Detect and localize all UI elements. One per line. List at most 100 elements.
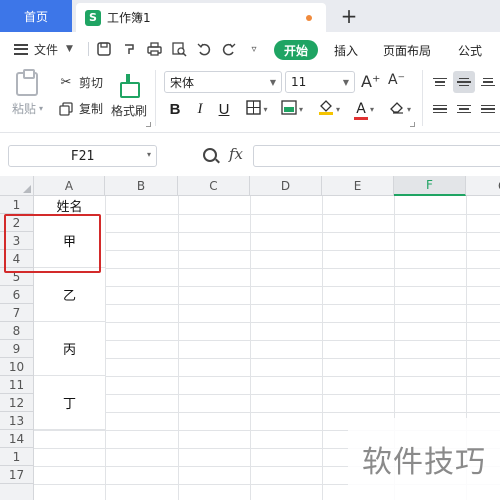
- row-header[interactable]: 11: [0, 376, 34, 394]
- cell-style-icon: [281, 99, 297, 119]
- align-bottom-button[interactable]: [477, 71, 499, 93]
- scissors-icon: ✂: [60, 75, 72, 90]
- copy-icon: [58, 101, 74, 117]
- chevron-down-icon: ▾: [369, 104, 374, 114]
- fx-icon[interactable]: fx: [229, 145, 243, 163]
- column-header-b[interactable]: B: [105, 176, 178, 196]
- row-header[interactable]: 8: [0, 322, 34, 340]
- column-header-c[interactable]: C: [178, 176, 250, 196]
- chevron-down-icon: ▼: [342, 77, 349, 87]
- print-preview-icon[interactable]: [170, 40, 188, 58]
- unsaved-dot-icon: [306, 15, 312, 21]
- paste-icon: [16, 69, 38, 96]
- tab-formulas[interactable]: 公式: [458, 40, 482, 60]
- column-gridline: [250, 196, 251, 500]
- italic-button[interactable]: I: [191, 99, 209, 119]
- row-header[interactable]: 1: [0, 448, 34, 466]
- divider: [422, 70, 423, 126]
- selection-highlight: [4, 214, 101, 273]
- tab-page-layout[interactable]: 页面布局: [383, 40, 431, 60]
- watermark: 软件技巧: [348, 418, 500, 500]
- chevron-down-icon: ▾: [298, 104, 303, 114]
- merged-cell-a5-a7[interactable]: 乙: [34, 268, 105, 322]
- name-box[interactable]: F21 ▾: [8, 145, 157, 167]
- clear-button[interactable]: ▾: [386, 99, 414, 119]
- chevron-down-icon: ▾: [146, 150, 151, 159]
- spreadsheet-icon: S: [85, 9, 101, 26]
- underline-button[interactable]: U: [215, 99, 233, 119]
- tab-insert[interactable]: 插入: [334, 40, 358, 60]
- column-gridline: [178, 196, 179, 500]
- chevron-down-icon: ▼: [269, 77, 276, 87]
- row-header[interactable]: 13: [0, 412, 34, 430]
- column-header-d[interactable]: D: [250, 176, 322, 196]
- zoom-icon[interactable]: [203, 148, 217, 162]
- group-expand-icon[interactable]: [410, 122, 415, 127]
- bold-button[interactable]: B: [166, 99, 184, 119]
- chevron-down-icon: ▾: [335, 104, 340, 114]
- border-button[interactable]: ▾: [244, 99, 270, 119]
- group-expand-icon[interactable]: [146, 122, 151, 127]
- chevron-down-icon: ▾: [263, 104, 268, 114]
- cut-button[interactable]: ✂ 剪切: [58, 74, 103, 91]
- cell-style-button[interactable]: ▾: [278, 99, 306, 119]
- font-size-select[interactable]: 11 ▼: [285, 71, 355, 93]
- divider: [88, 42, 89, 56]
- undo-icon[interactable]: [195, 40, 213, 58]
- row-header[interactable]: 7: [0, 304, 34, 322]
- tab-home[interactable]: 首页: [0, 0, 72, 32]
- row-header[interactable]: 14: [0, 430, 34, 448]
- formula-input[interactable]: [253, 145, 500, 167]
- column-header-e[interactable]: E: [322, 176, 394, 196]
- column-header-a[interactable]: A: [34, 176, 105, 196]
- tab-workbook[interactable]: S 工作簿1: [76, 3, 326, 32]
- font-size-value: 11: [291, 75, 307, 89]
- decrease-font-button[interactable]: A⁻: [388, 72, 405, 88]
- format-painter-icon[interactable]: [121, 40, 139, 58]
- row-header[interactable]: 1: [0, 196, 34, 214]
- file-menu-label: 文件: [34, 42, 59, 57]
- paint-bucket-icon: [318, 99, 334, 119]
- font-color-glyph: A: [356, 101, 366, 117]
- merged-cell-a11-a13[interactable]: 丁: [34, 376, 105, 430]
- file-menu[interactable]: 文件 ▼: [14, 40, 73, 58]
- cell-a1[interactable]: 姓名: [34, 196, 105, 215]
- row-header[interactable]: 6: [0, 286, 34, 304]
- new-tab-button[interactable]: +: [338, 4, 360, 28]
- font-name-select[interactable]: 宋体 ▼: [164, 71, 282, 93]
- align-middle-button[interactable]: [453, 71, 475, 93]
- row-header[interactable]: 12: [0, 394, 34, 412]
- chevron-down-icon: ▾: [39, 104, 44, 113]
- align-center-button[interactable]: [453, 98, 475, 120]
- cell-reference: F21: [70, 148, 95, 164]
- column-gridline: [322, 196, 323, 500]
- align-top-button[interactable]: [429, 71, 451, 93]
- increase-font-button[interactable]: A⁺: [361, 72, 380, 91]
- align-left-button[interactable]: [429, 98, 451, 120]
- select-all-button[interactable]: [0, 176, 34, 196]
- redo-icon[interactable]: [220, 40, 238, 58]
- chevron-down-icon: ▼: [66, 44, 73, 54]
- merged-cell-a8-a10[interactable]: 丙: [34, 322, 105, 376]
- row-header[interactable]: 9: [0, 340, 34, 358]
- row-header[interactable]: 17: [0, 466, 34, 484]
- formula-bar: F21 ▾ fx: [0, 132, 500, 176]
- column-header-f[interactable]: F: [394, 176, 466, 196]
- font-name-value: 宋体: [170, 75, 195, 90]
- copy-button[interactable]: 复制: [58, 100, 103, 117]
- ribbon: 粘贴 ▾ ✂ 剪切 复制 格式刷 宋体 ▼ 11 ▼ A⁺ A⁻ B I U ▾: [0, 66, 500, 132]
- print-icon[interactable]: [145, 40, 163, 58]
- copy-label: 复制: [79, 102, 104, 116]
- divider: [155, 70, 156, 126]
- format-painter-label: 格式刷: [111, 104, 148, 118]
- save-icon[interactable]: [95, 40, 113, 58]
- tab-start[interactable]: 开始: [274, 40, 318, 60]
- align-right-button[interactable]: [477, 98, 499, 120]
- column-header-g[interactable]: G: [466, 176, 500, 196]
- eraser-icon: [389, 100, 405, 118]
- hamburger-icon: [14, 43, 28, 55]
- font-color-button[interactable]: A ▾: [350, 99, 378, 120]
- customize-quick-access-icon[interactable]: ▿: [245, 40, 263, 58]
- fill-color-button[interactable]: ▾: [315, 99, 343, 119]
- row-header[interactable]: 10: [0, 358, 34, 376]
